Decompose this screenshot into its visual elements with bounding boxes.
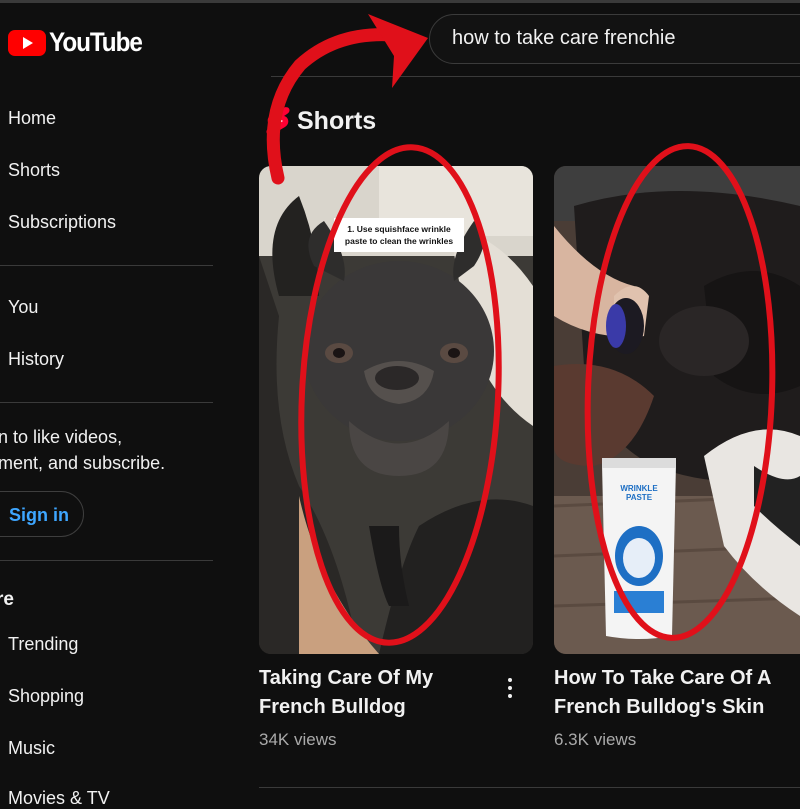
content-divider xyxy=(259,787,800,788)
sidebar-item-you[interactable]: You xyxy=(8,297,38,318)
sidebar-item-label: History xyxy=(8,349,65,369)
shorts-section-header: Shorts xyxy=(263,106,376,136)
overlay-caption-line1: 1. Use squishface wrinkle xyxy=(347,224,451,234)
sidebar-divider xyxy=(0,560,213,561)
top-border xyxy=(0,0,800,3)
sign-in-button[interactable]: Sign in xyxy=(0,491,84,537)
sidebar-item-trending[interactable]: Trending xyxy=(8,634,78,655)
shorts-icon xyxy=(266,107,290,135)
video-views-2: 6.3K views xyxy=(554,730,637,749)
sidebar-item-home[interactable]: Home xyxy=(8,108,56,129)
sidebar-item-music[interactable]: Music xyxy=(8,738,55,759)
video-views-1: 34K views xyxy=(259,730,337,749)
search-input[interactable] xyxy=(452,27,792,50)
youtube-logo-text: YouTube xyxy=(49,27,143,57)
sidebar-item-shopping[interactable]: Shopping xyxy=(8,686,84,707)
overlay-caption: 1. Use squishface wrinkle paste to clean… xyxy=(334,223,464,247)
youtube-play-icon xyxy=(8,29,46,56)
signin-prompt-line1: n to like videos, xyxy=(0,427,123,447)
sidebar-item-shorts[interactable]: Shorts xyxy=(8,160,60,181)
explore-section-title: re xyxy=(0,589,14,610)
sidebar-divider xyxy=(0,265,213,266)
product-label: WRINKLE PASTE xyxy=(620,484,658,502)
signin-prompt-line2: ment, and subscribe. xyxy=(0,453,166,473)
short-thumbnail-2[interactable]: WRINKLE PASTE xyxy=(554,166,800,654)
sidebar-item-label: Shopping xyxy=(8,686,85,706)
sidebar-item-label: Trending xyxy=(8,634,79,654)
sign-in-label: Sign in xyxy=(9,505,69,525)
short-thumbnail-1[interactable]: 1. Use squishface wrinkle paste to clean… xyxy=(259,166,533,654)
more-options-icon[interactable] xyxy=(500,675,520,701)
sidebar-item-label: You xyxy=(8,297,39,317)
sidebar-item-label: Shorts xyxy=(8,160,61,180)
video-title-1[interactable]: Taking Care Of My French Bulldog xyxy=(259,664,433,722)
video-title-line1: How To Take Care Of A xyxy=(554,667,772,689)
sidebar-item-movies-tv[interactable]: Movies & TV xyxy=(8,788,110,809)
sidebar-divider xyxy=(0,402,213,403)
video-title-line1: Taking Care Of My xyxy=(259,667,434,689)
content-divider xyxy=(271,76,800,77)
sidebar-item-subscriptions[interactable]: Subscriptions xyxy=(8,212,116,233)
shorts-title: Shorts xyxy=(297,106,377,135)
video-title-line2: French Bulldog's Skin xyxy=(554,696,765,718)
sidebar-item-label: Home xyxy=(8,108,57,128)
overlay-caption-line2: paste to clean the wrinkles xyxy=(344,236,454,246)
video-title-2[interactable]: How To Take Care Of A French Bulldog's S… xyxy=(554,664,771,722)
video-title-line2: French Bulldog xyxy=(259,696,406,718)
search-box[interactable] xyxy=(429,14,800,64)
sidebar-item-label: Music xyxy=(8,738,56,758)
french-bulldog-skin-image xyxy=(554,166,800,654)
sidebar-item-history[interactable]: History xyxy=(8,349,64,370)
youtube-logo[interactable]: YouTube xyxy=(8,27,152,58)
sidebar-item-label: Movies & TV xyxy=(8,788,110,808)
sidebar-item-label: Subscriptions xyxy=(8,212,117,232)
